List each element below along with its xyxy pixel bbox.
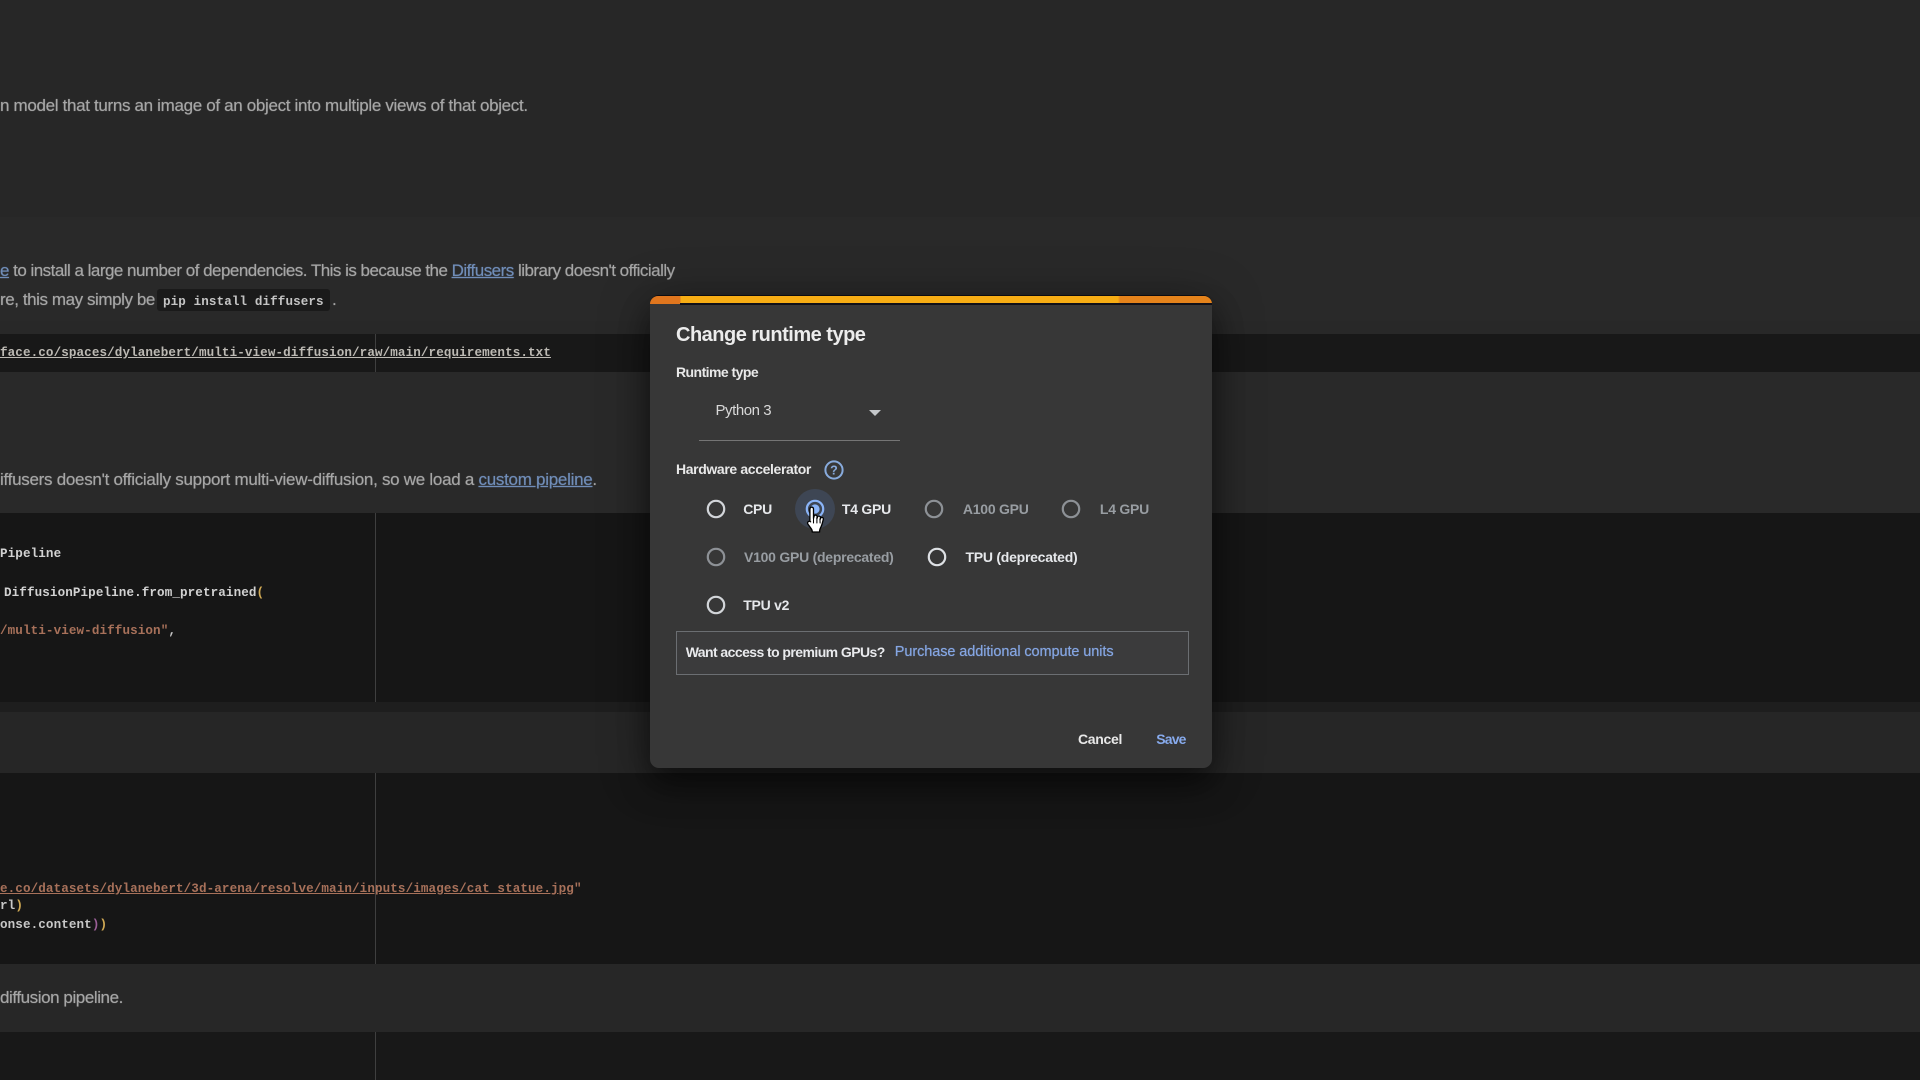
svg-text:?: ? xyxy=(830,463,838,477)
